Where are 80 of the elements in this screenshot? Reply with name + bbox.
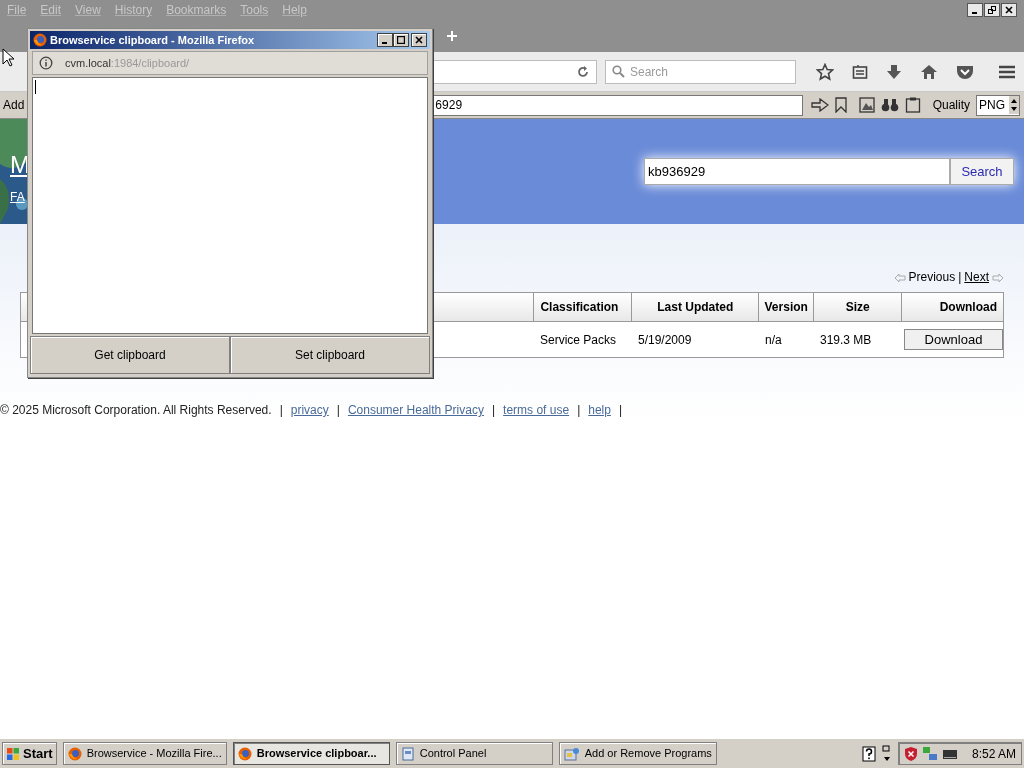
previous-arrow-icon: [893, 271, 906, 283]
footer-link[interactable]: Consumer Health Privacy: [347, 401, 484, 419]
column-header: Size: [814, 293, 903, 321]
mouse-pointer-icon: [2, 48, 14, 67]
clock: 8:52 AM: [971, 745, 1016, 763]
pocket-icon[interactable]: [956, 63, 974, 80]
pager-separator: |: [958, 269, 962, 286]
clipboard-text-area[interactable]: [32, 77, 428, 334]
taskbar-button[interactable]: Add or Remove Programs: [558, 742, 717, 765]
taskbar-button[interactable]: Control Panel: [395, 742, 553, 765]
search-input[interactable]: kb936929: [644, 158, 950, 185]
firefox-icon: [33, 33, 47, 47]
footer-separator: |: [279, 402, 283, 419]
column-header: Classification: [534, 293, 633, 321]
reload-icon[interactable]: [575, 64, 590, 79]
download-button[interactable]: Download: [904, 329, 1003, 350]
next-link[interactable]: Next: [964, 268, 989, 286]
help-icon[interactable]: [861, 745, 876, 762]
restore-button[interactable]: [984, 3, 1000, 17]
spinner-arrows-icon[interactable]: [1009, 96, 1019, 114]
minimize-button[interactable]: [967, 3, 983, 17]
next-arrow-icon: [992, 271, 1004, 283]
search-button[interactable]: Search: [950, 158, 1014, 185]
info-icon[interactable]: [39, 56, 53, 70]
clipboard-icon[interactable]: [904, 97, 921, 113]
add-label: Add: [3, 97, 25, 114]
footer-separator: |: [577, 402, 581, 419]
column-header: Download: [938, 299, 998, 316]
format-spinner[interactable]: PNG: [976, 94, 1020, 116]
search-placeholder: Search: [629, 63, 668, 81]
new-tab-icon[interactable]: [446, 30, 458, 42]
table-cell-text: n/a: [764, 331, 783, 349]
firefox-icon: [67, 746, 82, 761]
header-link[interactable]: FA: [10, 191, 30, 203]
column-header: Version: [759, 293, 815, 321]
download-icon[interactable]: [886, 63, 902, 80]
close-button[interactable]: [411, 33, 427, 47]
image-icon[interactable]: [858, 97, 875, 113]
clipboard-button[interactable]: Get clipboard: [30, 336, 230, 374]
footer-link[interactable]: terms of use: [503, 401, 570, 419]
shield-icon[interactable]: [903, 745, 918, 762]
footer-separator: |: [491, 402, 496, 419]
minimize-button[interactable]: [377, 33, 393, 47]
taskbar-button[interactable]: Browservice clipboar...: [232, 742, 390, 765]
maximize-button[interactable]: [393, 33, 409, 47]
windows-logo-icon: [6, 746, 20, 761]
binoculars-icon[interactable]: [880, 97, 899, 113]
taskbar-button[interactable]: Browservice - Mozilla Fire...: [62, 742, 227, 765]
clipboard-button[interactable]: Set clipboard: [230, 336, 430, 374]
column-header: Last Updated: [632, 293, 760, 321]
home-icon[interactable]: [920, 63, 938, 80]
copyright-text: © 2025 Microsoft Corporation. All Rights Reserved.: [0, 402, 272, 419]
table-cell-text: 5/19/2009: [637, 331, 693, 349]
control-panel-icon: [400, 746, 415, 761]
quality-label: Quality: [932, 97, 970, 114]
firefox-icon: [237, 746, 252, 761]
close-button[interactable]: [1001, 3, 1017, 17]
previous-label: Previous: [908, 269, 956, 286]
footer-link[interactable]: privacy: [290, 401, 329, 419]
footer-link[interactable]: help: [588, 401, 611, 419]
footer-separator: |: [336, 402, 340, 419]
programs-icon: [563, 746, 580, 761]
text-cursor: [35, 80, 36, 94]
reading-list-icon[interactable]: [852, 63, 868, 80]
windows-switcher-icon[interactable]: [881, 744, 892, 763]
star-icon[interactable]: [816, 62, 834, 81]
close-icon: [415, 36, 423, 44]
close-icon: [1005, 6, 1013, 14]
search-icon: [611, 65, 625, 78]
go-arrow-icon[interactable]: [810, 98, 829, 112]
maximize-icon: [397, 36, 405, 44]
footer-separator: |: [618, 402, 623, 419]
table-cell-text: 319.3 MB: [819, 331, 873, 349]
window-title: Browservice clipboard - Mozilla Firefox: [50, 32, 255, 48]
restore-icon: [988, 6, 996, 14]
menu-icon[interactable]: [998, 64, 1016, 79]
bookmark-icon[interactable]: [834, 97, 847, 113]
start-button[interactable]: Start: [2, 742, 57, 765]
table-cell-text: Service Packs: [539, 331, 618, 349]
page-url: cvm.local:1984/clipboard/: [65, 55, 190, 71]
